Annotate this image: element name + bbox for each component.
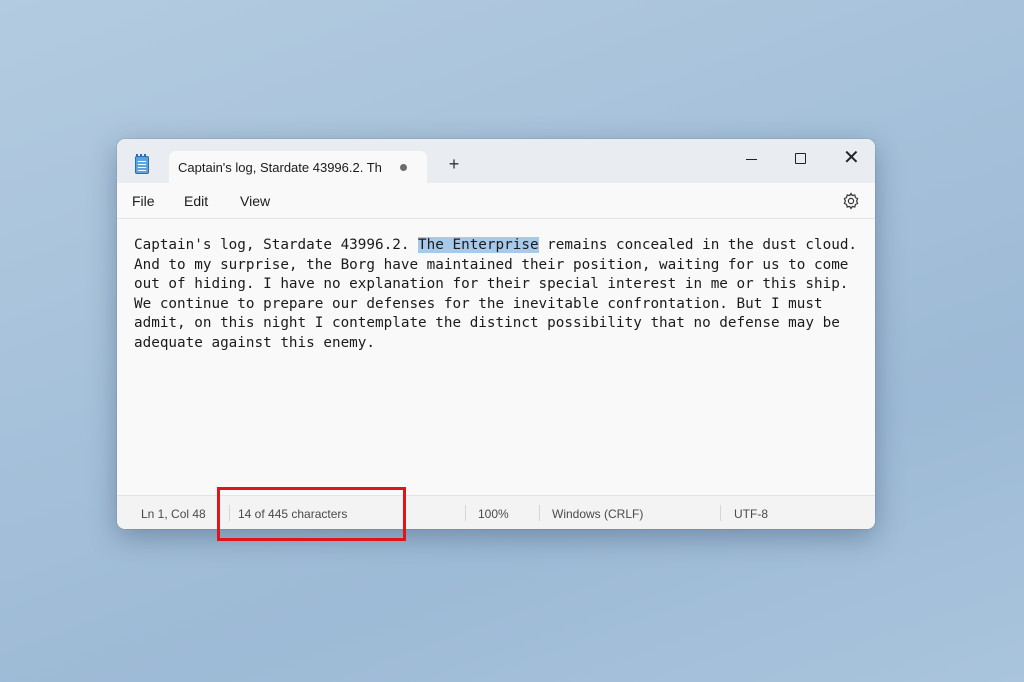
text-line-5: admit, on this night I contemplate the d… [134,315,840,331]
menu-bar: File Edit View [117,183,875,219]
annotation-highlight-box [217,487,406,541]
text-line-2: And to my surprise, the Borg have mainta… [134,256,849,273]
close-button[interactable]: ✕ [830,145,870,175]
line-ending[interactable]: Windows (CRLF) [552,507,643,521]
gear-icon[interactable] [841,191,861,211]
status-divider [465,505,466,521]
text-editor[interactable]: Captain's log, Stardate 43996.2. The Ent… [117,219,875,495]
tab-title: Captain's log, Stardate 43996.2. Th [178,160,382,175]
menu-edit[interactable]: Edit [184,193,208,209]
maximize-button[interactable] [781,145,821,175]
encoding[interactable]: UTF-8 [734,507,768,521]
tab-document[interactable]: Captain's log, Stardate 43996.2. Th [169,151,427,183]
cursor-position: Ln 1, Col 48 [141,507,206,521]
status-divider [720,505,721,521]
status-divider [539,505,540,521]
text-line-1: Captain's log, Stardate 43996.2. The Ent… [134,237,857,253]
minimize-button[interactable] [732,145,772,175]
close-icon: ✕ [843,145,860,169]
selected-text: The Enterprise [418,237,539,253]
maximize-icon [795,153,806,164]
text-segment: remains concealed in the dust cloud. [538,237,858,253]
notepad-window: Captain's log, Stardate 43996.2. Th + ✕ … [117,139,875,529]
text-line-3: out of hiding. I have no explanation for… [134,276,849,292]
text-line-4: We continue to prepare our defenses for … [134,295,823,312]
notepad-icon [135,154,149,174]
menu-file[interactable]: File [132,193,155,209]
text-segment: Captain's log, Stardate 43996.2. [134,237,419,253]
minimize-icon [746,159,757,160]
new-tab-button[interactable]: + [443,153,465,175]
text-line-6: adequate against this enemy. [134,334,376,351]
document-text[interactable]: Captain's log, Stardate 43996.2. The Ent… [134,236,874,353]
unsaved-dot-icon[interactable] [400,164,407,171]
title-bar: Captain's log, Stardate 43996.2. Th + ✕ [117,139,875,183]
menu-view[interactable]: View [240,193,270,209]
zoom-level[interactable]: 100% [478,507,509,521]
